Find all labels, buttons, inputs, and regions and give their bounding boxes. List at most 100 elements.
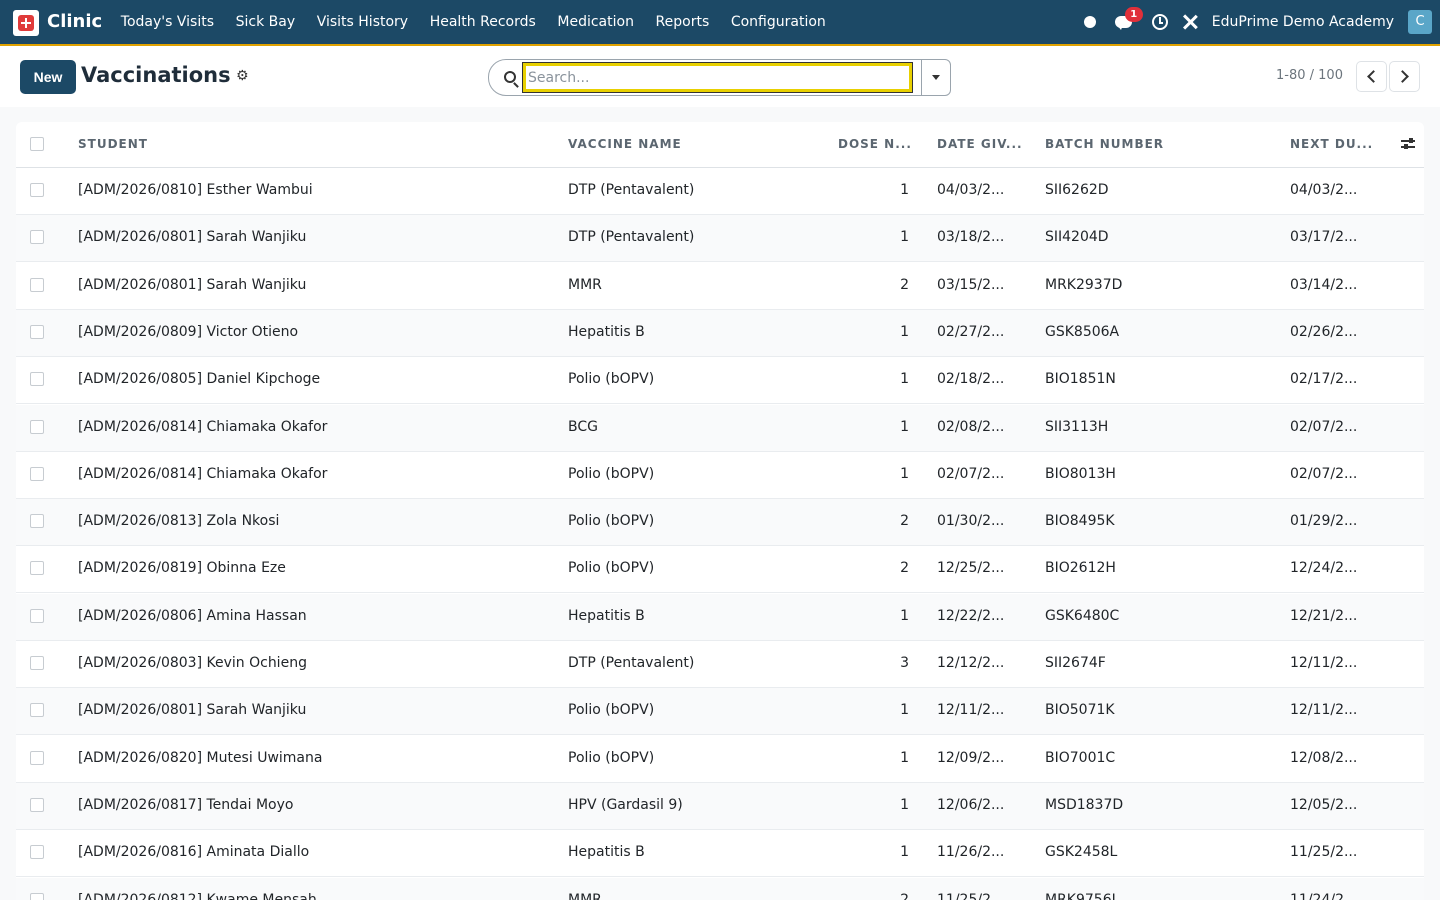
row-select-checkbox[interactable] [30,892,44,900]
table-row[interactable]: [ADM/2026/0801] Sarah Wanjiku Polio (bOPV… [16,688,1424,736]
cell-date-given: 11/25/2... [937,891,1005,900]
cell-student: [ADM/2026/0814] Chiamaka Okafor [78,418,328,435]
cell-student: [ADM/2026/0810] Esther Wambui [78,182,313,198]
table-row[interactable]: [ADM/2026/0814] Chiamaka Okafor BCG 1 02/08… [16,404,1424,452]
row-select-checkbox[interactable] [30,514,44,529]
table-row[interactable]: [ADM/2026/0810] Esther Wambui DTP (Pentav… [16,168,1424,215]
cell-batch-number: SII3113H [1045,418,1109,435]
column-header-batch-number[interactable]: BATCH NUMBER [1045,137,1164,151]
menu-item-health-records[interactable]: Health Records [419,0,547,44]
optional-columns-icon[interactable] [1401,138,1415,150]
search-options-toggle[interactable] [921,59,951,96]
cell-dose-number: 2 [900,513,909,530]
page-title: Vaccinations [81,63,231,87]
company-switcher[interactable]: EduPrime Demo Academy [1212,14,1394,30]
menu-item-configuration[interactable]: Configuration [720,0,837,44]
gear-icon[interactable]: ⚙ [236,69,249,83]
new-button[interactable]: New [20,60,76,94]
table-row[interactable]: [ADM/2026/0817] Tendai Moyo HPV (Gardasil… [16,782,1424,830]
cell-dose-number: 1 [900,182,909,198]
column-header-student[interactable]: STUDENT [78,137,148,151]
table-row[interactable]: [ADM/2026/0812] Kwame Mensah MMR 2 11/25/2.… [16,877,1424,900]
cell-date-given: 11/26/2... [937,844,1005,861]
select-all-checkbox[interactable] [30,137,44,151]
cell-vaccine-name: Polio (bOPV) [568,513,655,530]
table-row[interactable]: [ADM/2026/0801] Sarah Wanjiku MMR 2 03/15/2… [16,263,1424,310]
cell-student: [ADM/2026/0809] Victor Otieno [78,323,299,340]
debug-tools-icon[interactable] [1182,14,1198,30]
row-select-checkbox[interactable] [30,372,44,387]
column-header-dose-number[interactable]: DOSE N... [838,137,912,151]
menu-item-visits-history[interactable]: Visits History [306,0,419,44]
cell-date-given: 12/25/2... [937,560,1005,577]
row-select-checkbox[interactable] [30,419,44,434]
row-select-checkbox[interactable] [30,797,44,812]
row-select-checkbox[interactable] [30,277,44,292]
cell-batch-number: MSD1837D [1045,796,1124,813]
row-select-checkbox[interactable] [30,845,44,860]
cell-batch-number: BIO8013H [1045,465,1116,482]
cell-date-given: 04/03/2... [937,182,1005,198]
status-dot-icon[interactable] [1083,16,1096,28]
row-select-checkbox[interactable] [30,230,44,245]
column-header-vaccine-name[interactable]: VACCINE NAME [568,137,682,151]
menu-item-sick-bay[interactable]: Sick Bay [225,0,306,44]
menu-item-medication[interactable]: Medication [547,0,645,44]
user-avatar[interactable]: C [1408,10,1432,34]
cell-dose-number: 1 [900,796,909,813]
pager-next-button[interactable] [1389,61,1420,92]
row-select-checkbox[interactable] [30,750,44,765]
search-input[interactable] [522,62,913,93]
cell-vaccine-name: Polio (bOPV) [568,465,655,482]
row-select-checkbox[interactable] [30,183,44,197]
cell-next-due: 02/26/2... [1290,323,1358,340]
pager-previous-button[interactable] [1356,61,1387,92]
cell-student: [ADM/2026/0801] Sarah Wanjiku [78,702,307,719]
table-row[interactable]: [ADM/2026/0814] Chiamaka Okafor Polio (bO… [16,452,1424,499]
row-select-checkbox[interactable] [30,466,44,481]
table-row[interactable]: [ADM/2026/0816] Aminata Diallo Hepatitis … [16,830,1424,878]
cell-batch-number: BIO5071K [1045,702,1115,719]
cell-vaccine-name: Polio (bOPV) [568,702,655,719]
menu-item-reports[interactable]: Reports [645,0,720,44]
table-row[interactable]: [ADM/2026/0801] Sarah Wanjiku DTP (Pentav… [16,215,1424,263]
cell-vaccine-name: BCG [568,418,598,435]
activity-clock-icon[interactable] [1151,14,1168,30]
cell-dose-number: 1 [900,418,909,435]
table-row[interactable]: [ADM/2026/0809] Victor Otieno Hepatitis B… [16,309,1424,357]
cell-dose-number: 1 [900,229,909,246]
clinic-app-icon[interactable] [13,10,39,36]
app-name[interactable]: Clinic [47,11,102,32]
cell-dose-number: 1 [900,323,909,340]
table-row[interactable]: [ADM/2026/0820] Mutesi Uwimana Polio (bOP… [16,736,1424,783]
cell-date-given: 02/07/2... [937,465,1005,482]
cell-student: [ADM/2026/0814] Chiamaka Okafor [78,465,328,482]
row-select-checkbox[interactable] [30,608,44,623]
table-header: STUDENT VACCINE NAME DOSE N... DATE GIV.… [16,122,1424,168]
menu-item-todays-visits[interactable]: Today's Visits [110,0,225,44]
cell-next-due: 03/17/2... [1290,229,1358,246]
table-row[interactable]: [ADM/2026/0813] Zola Nkosi Polio (bOPV) 2 0… [16,499,1424,547]
cell-date-given: 12/06/2... [937,796,1005,813]
cell-dose-number: 2 [900,560,909,577]
cell-student: [ADM/2026/0819] Obinna Eze [78,560,286,577]
column-header-date-given[interactable]: DATE GIV... [937,137,1023,151]
row-select-checkbox[interactable] [30,561,44,576]
column-header-next-due[interactable]: NEXT DU... [1290,137,1373,151]
table-row[interactable]: [ADM/2026/0806] Amina Hassan Hepatitis B 1… [16,593,1424,641]
cell-date-given: 01/30/2... [937,513,1005,530]
row-select-checkbox[interactable] [30,656,44,670]
table-row[interactable]: [ADM/2026/0819] Obinna Eze Polio (bOPV) 2 1… [16,546,1424,594]
discuss-chat-icon[interactable]: 1 [1114,7,1143,31]
table-row[interactable]: [ADM/2026/0803] Kevin Ochieng DTP (Pentav… [16,641,1424,688]
cell-dose-number: 1 [900,465,909,482]
cell-batch-number: BIO2612H [1045,560,1116,577]
cell-batch-number: MRK9756L [1045,891,1120,900]
row-select-checkbox[interactable] [30,324,44,339]
table-row[interactable]: [ADM/2026/0805] Daniel Kipchoge Polio (bO… [16,357,1424,405]
pager-value[interactable]: 1-80 / 100 [1276,68,1343,83]
row-select-checkbox[interactable] [30,703,44,718]
cell-batch-number: BIO1851N [1045,371,1116,388]
cell-next-due: 04/03/2... [1290,182,1358,198]
cell-vaccine-name: Polio (bOPV) [568,371,655,388]
